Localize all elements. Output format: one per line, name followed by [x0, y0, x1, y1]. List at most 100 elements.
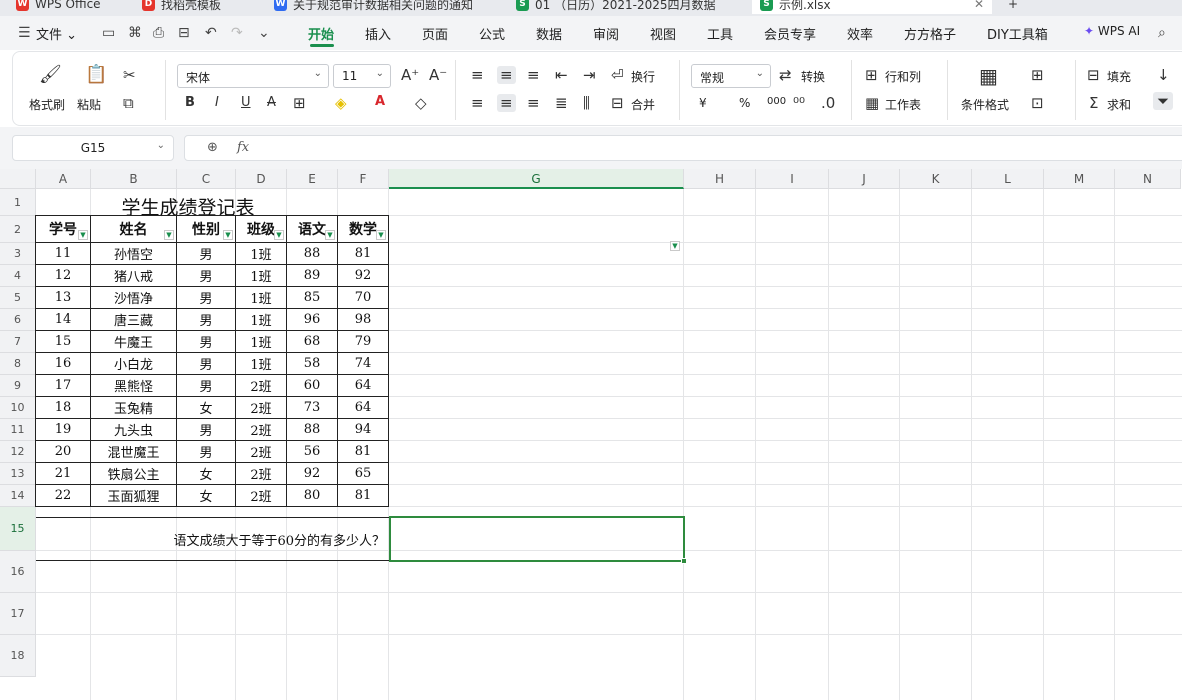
row-header-2[interactable]: 2: [0, 216, 36, 243]
currency-button[interactable]: ¥: [699, 96, 707, 110]
table-cell[interactable]: 2班: [236, 375, 287, 397]
merge-label[interactable]: 合并: [631, 96, 655, 113]
table-cell[interactable]: 2班: [236, 397, 287, 419]
align-left-icon[interactable]: ≡: [471, 94, 484, 112]
table-cell[interactable]: 60: [287, 375, 338, 397]
table-cell[interactable]: 18: [36, 397, 91, 419]
new-tab-button[interactable]: +: [1000, 0, 1024, 14]
sort-icon[interactable]: ↓: [1157, 66, 1170, 84]
table-cell[interactable]: 20: [36, 441, 91, 463]
table-cell[interactable]: 男: [177, 375, 236, 397]
table-cell[interactable]: 22: [36, 485, 91, 507]
table-cell[interactable]: 79: [338, 331, 389, 353]
table-cell[interactable]: 81: [338, 441, 389, 463]
table-cell[interactable]: 1班: [236, 265, 287, 287]
menu-review[interactable]: 审阅: [593, 24, 619, 43]
wrap-text-label[interactable]: 换行: [631, 68, 655, 85]
row-header-13[interactable]: 13: [0, 463, 36, 485]
merge-icon[interactable]: ⊟: [611, 94, 624, 112]
tab-example-xlsx[interactable]: S 示例.xlsx ✕: [752, 0, 992, 14]
table-cell[interactable]: 男: [177, 441, 236, 463]
menu-tools[interactable]: 工具: [707, 24, 733, 43]
menu-file[interactable]: 文件 ⌄: [36, 24, 77, 43]
row-header-14[interactable]: 14: [0, 485, 36, 507]
table-cell[interactable]: 男: [177, 265, 236, 287]
save-icon[interactable]: ▭: [102, 25, 115, 41]
filter-dropdown-icon[interactable]: ▼: [376, 230, 386, 240]
filter-dropdown-icon[interactable]: ▼: [274, 230, 284, 240]
row-header-12[interactable]: 12: [0, 441, 36, 463]
select-all-corner[interactable]: [0, 169, 36, 189]
table-cell[interactable]: 14: [36, 309, 91, 331]
menu-data[interactable]: 数据: [536, 24, 562, 43]
row-header-4[interactable]: 4: [0, 265, 36, 287]
table-cell[interactable]: 58: [287, 353, 338, 375]
share-icon[interactable]: ⌘: [128, 25, 142, 41]
border-icon[interactable]: ⊞: [293, 94, 306, 112]
sum-icon[interactable]: Σ: [1089, 94, 1098, 112]
table-cell[interactable]: 男: [177, 353, 236, 375]
table-cell[interactable]: 94: [338, 419, 389, 441]
number-format-select[interactable]: 常规 ⌄: [691, 64, 771, 88]
fill-handle[interactable]: [681, 558, 687, 564]
menu-fangfang[interactable]: 方方格子: [904, 24, 956, 43]
clear-format-icon[interactable]: ◇: [415, 94, 427, 112]
table-cell[interactable]: 2班: [236, 485, 287, 507]
table-cell[interactable]: 2班: [236, 441, 287, 463]
font-size-select[interactable]: 11 ⌄: [333, 64, 391, 88]
fill-label[interactable]: 填充: [1107, 68, 1131, 85]
conditional-format-icon[interactable]: ▦: [979, 64, 998, 88]
tab-calendar-sheet[interactable]: S 01 （日历）2021-2025四月数据: [508, 0, 744, 14]
paste-icon[interactable]: 📋: [85, 64, 107, 85]
column-header-f[interactable]: F: [338, 169, 389, 189]
convert-label[interactable]: 转换: [801, 68, 825, 85]
column-header-d[interactable]: D: [236, 169, 287, 189]
row-header-1[interactable]: 1: [0, 189, 36, 216]
table-cell[interactable]: 1班: [236, 243, 287, 265]
wps-ai-button[interactable]: ✦ WPS AI: [1084, 24, 1140, 38]
tab-notice-doc[interactable]: W 关于规范审计数据相关问题的通知: [266, 0, 502, 14]
table-cell[interactable]: 56: [287, 441, 338, 463]
table-cell[interactable]: 1班: [236, 331, 287, 353]
table-cell[interactable]: 小白龙: [91, 353, 177, 375]
cell-style-icon[interactable]: ⊞: [1031, 66, 1044, 84]
table-cell[interactable]: 沙悟净: [91, 287, 177, 309]
fx-icon[interactable]: fx: [237, 140, 249, 155]
wrap-text-icon[interactable]: ⏎: [611, 66, 624, 84]
table-cell[interactable]: 男: [177, 331, 236, 353]
search-icon[interactable]: ⌕: [1158, 25, 1166, 41]
row-header-16[interactable]: 16: [0, 551, 36, 593]
outdent-icon[interactable]: ⇤: [555, 66, 568, 84]
row-header-9[interactable]: 9: [0, 375, 36, 397]
name-box[interactable]: G15 ⌄: [12, 135, 174, 161]
menu-member[interactable]: 会员专享: [764, 24, 816, 43]
column-header-h[interactable]: H: [684, 169, 756, 189]
question-cell[interactable]: 语文成绩大于等于60分的有多少人？: [36, 517, 390, 561]
table-cell[interactable]: 男: [177, 419, 236, 441]
print-preview-icon[interactable]: ⊟: [178, 25, 190, 41]
menu-formula[interactable]: 公式: [479, 24, 505, 43]
table-cell[interactable]: 65: [338, 463, 389, 485]
column-header-c[interactable]: C: [177, 169, 236, 189]
table-cell[interactable]: 女: [177, 397, 236, 419]
font-color-icon[interactable]: A: [375, 94, 385, 109]
table-cell[interactable]: 玉兔精: [91, 397, 177, 419]
row-header-7[interactable]: 7: [0, 331, 36, 353]
row-header-10[interactable]: 10: [0, 397, 36, 419]
table-cell[interactable]: 玉面狐狸: [91, 485, 177, 507]
decrease-font-icon[interactable]: A⁻: [429, 66, 447, 84]
worksheet-label[interactable]: 工作表: [885, 96, 921, 113]
table-cell[interactable]: 2班: [236, 463, 287, 485]
indent-icon[interactable]: ⇥: [583, 66, 596, 84]
table-cell[interactable]: 2班: [236, 419, 287, 441]
column-header-b[interactable]: B: [91, 169, 177, 189]
column-header-j[interactable]: J: [829, 169, 900, 189]
table-cell[interactable]: 黑熊怪: [91, 375, 177, 397]
freeze-icon[interactable]: ⊡: [1031, 94, 1044, 112]
spreadsheet-grid[interactable]: ABCDEFGHIJKLMN 1 2 3 4 5 6 7 8 9 10 11 12 13 14 15 16 17…: [0, 169, 1182, 700]
fill-color-icon[interactable]: ◈: [335, 94, 347, 112]
table-cell[interactable]: 92: [338, 265, 389, 287]
row-header-6[interactable]: 6: [0, 309, 36, 331]
table-cell[interactable]: 88: [287, 419, 338, 441]
filter-dropdown-icon[interactable]: ▼: [164, 230, 174, 240]
